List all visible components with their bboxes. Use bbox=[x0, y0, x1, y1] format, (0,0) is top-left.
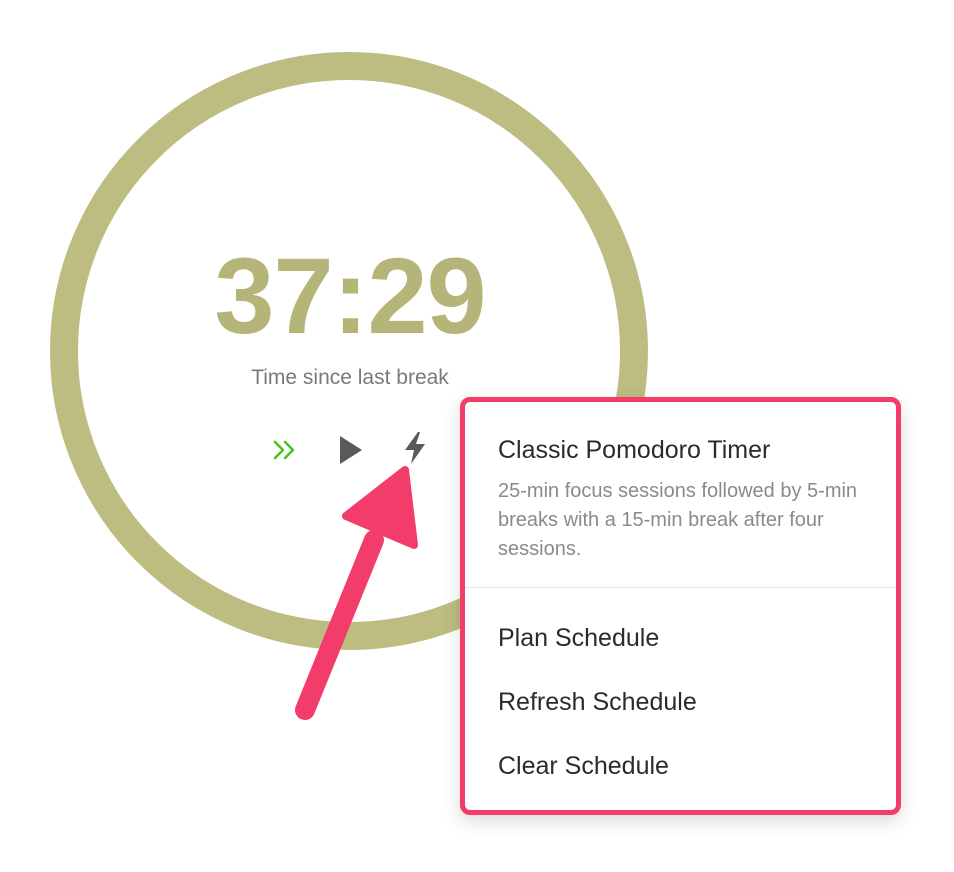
schedule-menu-button[interactable] bbox=[395, 428, 435, 468]
schedule-menu: Classic Pomodoro Timer 25-min focus sess… bbox=[460, 397, 901, 815]
elapsed-time-label: Time since last break bbox=[251, 366, 449, 389]
timer-page: 37:29 Time since last break Classic Pomo… bbox=[0, 0, 954, 872]
elapsed-time: 37:29 bbox=[214, 235, 486, 356]
menu-header: Classic Pomodoro Timer 25-min focus sess… bbox=[465, 402, 896, 588]
play-button[interactable] bbox=[330, 430, 370, 470]
play-icon bbox=[340, 436, 362, 464]
menu-description: 25-min focus sessions followed by 5-min … bbox=[498, 480, 858, 560]
skip-button[interactable] bbox=[265, 430, 305, 470]
clear-schedule-item[interactable]: Clear Schedule bbox=[465, 734, 896, 798]
refresh-schedule-item[interactable]: Refresh Schedule bbox=[465, 670, 896, 734]
lightning-bolt-icon bbox=[405, 432, 425, 464]
double-chevron-right-icon bbox=[273, 440, 295, 460]
plan-schedule-item[interactable]: Plan Schedule bbox=[465, 606, 896, 670]
menu-items: Plan Schedule Refresh Schedule Clear Sch… bbox=[465, 588, 896, 798]
menu-title: Classic Pomodoro Timer bbox=[498, 436, 771, 464]
